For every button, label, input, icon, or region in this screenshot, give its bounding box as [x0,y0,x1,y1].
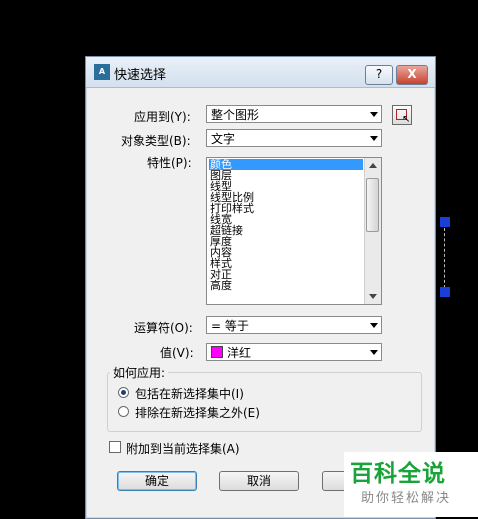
how-to-apply-title: 如何应用: [110,364,169,381]
value-text: 洋红 [227,346,252,360]
operator-value: = 等于 [211,319,249,333]
apply-to-value: 整个图形 [211,108,260,122]
title-bar: A 快速选择 ? X [86,57,435,88]
object-type-dropdown[interactable]: 文字 [206,129,382,147]
ok-button[interactable]: 确定 [117,471,197,491]
chevron-down-icon [370,350,378,355]
properties-scrollbar[interactable] [364,158,381,304]
grip-handle-top[interactable] [440,217,450,227]
chevron-down-icon [370,323,378,328]
apply-to-label: 应用到(Y): [134,110,191,124]
chevron-down-icon [370,136,378,141]
value-label: 值(V): [160,346,194,360]
list-item[interactable]: 高度 [209,280,363,291]
dialog-title: 快速选择 [114,68,167,83]
include-radio[interactable] [118,387,129,398]
scroll-down-icon[interactable] [365,288,381,304]
how-to-apply-group [107,372,422,432]
include-label[interactable]: 包括在新选择集中(I) [135,385,244,402]
list-item[interactable]: 超链接 [209,225,363,236]
list-item[interactable]: 厚度 [209,236,363,247]
scroll-thumb[interactable] [366,178,379,232]
color-swatch [211,346,223,358]
list-item[interactable]: 内容 [209,247,363,258]
properties-listbox[interactable]: 颜色 图层 线型 线型比例 打印样式 线宽 超链接 厚度 内容 样式 对正 高度 [206,157,382,305]
value-dropdown[interactable]: 洋红 [206,343,382,361]
grip-handle-bottom[interactable] [440,287,450,297]
list-item[interactable]: 对正 [209,269,363,280]
quick-select-dialog: A 快速选择 ? X 应用到(Y): 整个图形 ↖ 对象类型(B): 文字 特性… [85,56,436,519]
scroll-up-icon[interactable] [365,158,381,174]
chevron-down-icon [370,112,378,117]
close-button[interactable]: X [396,65,428,85]
apply-to-dropdown[interactable]: 整个图形 [206,105,382,123]
properties-list: 颜色 图层 线型 线型比例 打印样式 线宽 超链接 厚度 内容 样式 对正 高度 [209,159,363,291]
list-item[interactable]: 样式 [209,258,363,269]
object-type-label: 对象类型(B): [121,134,191,148]
watermark-main-text: 百科全说 [350,461,446,487]
exclude-radio[interactable] [118,406,129,417]
object-type-value: 文字 [211,132,236,146]
watermark-sub-text: 助你轻松解决 [361,491,452,506]
operator-dropdown[interactable]: = 等于 [206,316,382,334]
selected-object-line [444,228,445,288]
operator-label: 运算符(O): [134,321,193,335]
select-objects-button[interactable]: ↖ [392,105,412,125]
properties-label: 特性(P): [147,156,192,170]
list-item[interactable]: 图层 [209,170,363,181]
cancel-button[interactable]: 取消 [219,471,299,491]
autocad-app-icon: A [94,64,110,80]
list-item[interactable]: 打印样式 [209,203,363,214]
help-title-button[interactable]: ? [365,65,393,85]
list-item[interactable]: 颜色 [209,159,363,170]
append-checkbox[interactable] [109,441,121,453]
append-label[interactable]: 附加到当前选择集(A) [126,440,240,457]
watermark-logo: 百科全说 助你轻松解决 [344,452,478,517]
exclude-label[interactable]: 排除在新选择集之外(E) [135,404,260,421]
cursor-icon: ↖ [402,114,411,125]
